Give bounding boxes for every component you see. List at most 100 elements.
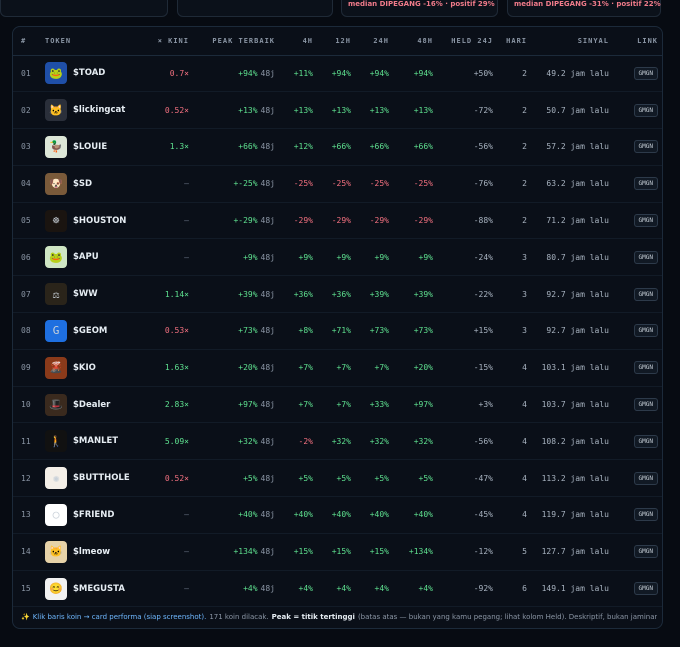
peak-unit: 48j [260, 68, 275, 78]
link-cell: GMGN [615, 275, 662, 314]
change-4h: +8% [281, 312, 319, 350]
col-header-peak[interactable]: PEAK TERBAIK [195, 27, 281, 56]
table-row[interactable]: 03 🦆 $LOUIE 1.3× +66% 48j +12% +66% +66% … [13, 128, 662, 166]
sinyal-value: 71.2 jam lalu [533, 202, 615, 240]
table-row[interactable]: 02 🐱 $lickingcat 0.52× +13% 48j +13% +13%… [13, 91, 662, 130]
hari-value: 3 [499, 275, 533, 314]
token-cell: 🎩 $Dealer [39, 386, 139, 424]
peak-cell: +32% 48j [195, 422, 281, 461]
hari-value: 2 [499, 55, 533, 93]
link-cell: GMGN [615, 349, 662, 387]
change-48h: +134% [395, 533, 439, 571]
held-value: -92% [439, 570, 499, 608]
peak-value: +9% [243, 252, 258, 262]
sinyal-value: 119.7 jam lalu [533, 496, 615, 534]
change-24h: +5% [357, 459, 395, 498]
col-header-sinyal[interactable]: SINYAL [533, 27, 615, 56]
row-number: 07 [13, 275, 39, 314]
table-row[interactable]: 13 ◯ $FRIEND — +40% 48j +40% +40% +40% +4… [13, 496, 662, 534]
gmgn-link-button[interactable]: GMGN [633, 398, 658, 412]
token-cell: 🚶 $MANLET [39, 422, 139, 461]
hari-value: 5 [499, 533, 533, 571]
summary-card-sub: median DIPEGANG -31% · positif 22% [514, 0, 661, 8]
gmgn-link-button[interactable]: GMGN [633, 324, 658, 338]
summary-card-2 [177, 0, 333, 17]
kini-value: 0.52× [139, 91, 195, 130]
gmgn-link-button[interactable]: GMGN [633, 250, 658, 264]
held-value: -15% [439, 349, 499, 387]
row-number: 11 [13, 422, 39, 461]
col-header-48h[interactable]: 48H [395, 27, 439, 56]
col-header-hari[interactable]: HARI [499, 27, 533, 56]
link-cell: GMGN [615, 202, 662, 240]
kini-value: 2.83× [139, 386, 195, 424]
table-row[interactable]: 04 🐶 $SD — +-25% 48j -25% -25% -25% -25% … [13, 165, 662, 203]
token-cell: 🌋 $KIO [39, 349, 139, 387]
change-4h: +40% [281, 496, 319, 534]
table-row[interactable]: 14 🐱 $lmeow — +134% 48j +15% +15% +15% +1… [13, 533, 662, 571]
change-24h: +39% [357, 275, 395, 314]
gmgn-link-button[interactable]: GMGN [633, 582, 658, 596]
change-24h: +7% [357, 349, 395, 387]
gmgn-link-button[interactable]: GMGN [633, 545, 658, 559]
change-12h: +15% [319, 533, 357, 571]
peak-cell: +20% 48j [195, 349, 281, 387]
sinyal-value: 103.7 jam lalu [533, 386, 615, 424]
hari-value: 6 [499, 570, 533, 608]
gmgn-link-button[interactable]: GMGN [633, 103, 658, 117]
summary-card-sub: median DIPEGANG -16% · positif 29% [348, 0, 495, 8]
change-24h: +66% [357, 128, 395, 166]
gmgn-link-button[interactable]: GMGN [633, 434, 658, 448]
table-row[interactable]: 05 ☸ $HOUSTON — +-29% 48j -29% -29% -29% … [13, 202, 662, 240]
change-48h: +39% [395, 275, 439, 314]
token-avatar-icon: 🐱 [45, 540, 67, 563]
row-number: 12 [13, 459, 39, 498]
row-number: 01 [13, 55, 39, 93]
peak-value: +5% [243, 473, 258, 483]
peak-unit: 48j [260, 473, 275, 483]
gmgn-link-button[interactable]: GMGN [633, 287, 658, 301]
change-48h: +66% [395, 128, 439, 166]
table-row[interactable]: 10 🎩 $Dealer 2.83× +97% 48j +7% +7% +33% … [13, 386, 662, 424]
col-header-kini[interactable]: × KINI [139, 27, 195, 56]
gmgn-link-button[interactable]: GMGN [633, 361, 658, 375]
table-row[interactable]: 11 🚶 $MANLET 5.09× +32% 48j -2% +32% +32%… [13, 422, 662, 461]
gmgn-link-button[interactable]: GMGN [633, 66, 658, 80]
gmgn-link-button[interactable]: GMGN [633, 177, 658, 191]
change-48h: +32% [395, 422, 439, 461]
token-name: $FRIEND [73, 509, 115, 520]
gmgn-link-button[interactable]: GMGN [633, 214, 658, 228]
token-avatar-icon: 🐸 [45, 62, 67, 85]
token-avatar-icon: ◯ [45, 503, 67, 526]
token-cell: ⚖ $WW [39, 275, 139, 314]
peak-unit: 48j [260, 436, 275, 446]
table-row[interactable]: 09 🌋 $KIO 1.63× +20% 48j +7% +7% +7% +20%… [13, 349, 662, 387]
token-cell: 🐱 $lickingcat [39, 91, 139, 130]
table-row[interactable]: 15 😊 $MEGUSTA — +4% 48j +4% +4% +4% +4% -… [13, 570, 662, 608]
col-header-4h[interactable]: 4H [281, 27, 319, 56]
col-header-held[interactable]: HELD 24J [439, 27, 499, 56]
token-avatar-icon: G [45, 319, 67, 342]
change-48h: +40% [395, 496, 439, 534]
held-value: +15% [439, 312, 499, 350]
summary-card-3: median DIPEGANG -16% · positif 29% [341, 0, 498, 17]
col-header-12h[interactable]: 12H [319, 27, 357, 56]
peak-unit: 48j [260, 105, 275, 115]
table-row[interactable]: 01 🐸 $TOAD 0.7× +94% 48j +11% +94% +94% +… [13, 55, 662, 93]
table-row[interactable]: 08 G $GEOM 0.53× +73% 48j +8% +71% +73% +… [13, 312, 662, 350]
token-cell: ☸ $HOUSTON [39, 202, 139, 240]
held-value: -56% [439, 128, 499, 166]
sinyal-value: 63.2 jam lalu [533, 165, 615, 203]
table-row[interactable]: 12 ✺ $BUTTHOLE 0.52× +5% 48j +5% +5% +5% … [13, 459, 662, 498]
table-row[interactable]: 06 🐸 $APU — +9% 48j +9% +9% +9% +9% -24% … [13, 238, 662, 277]
held-value: -12% [439, 533, 499, 571]
table-row[interactable]: 07 ⚖ $WW 1.14× +39% 48j +36% +36% +39% +3… [13, 275, 662, 314]
gmgn-link-button[interactable]: GMGN [633, 471, 658, 485]
change-48h: +73% [395, 312, 439, 350]
kini-value: — [139, 533, 195, 571]
col-header-token[interactable]: TOKEN [39, 27, 139, 56]
gmgn-link-button[interactable]: GMGN [633, 508, 658, 522]
change-4h: -25% [281, 165, 319, 203]
gmgn-link-button[interactable]: GMGN [633, 140, 658, 154]
col-header-24h[interactable]: 24H [357, 27, 395, 56]
